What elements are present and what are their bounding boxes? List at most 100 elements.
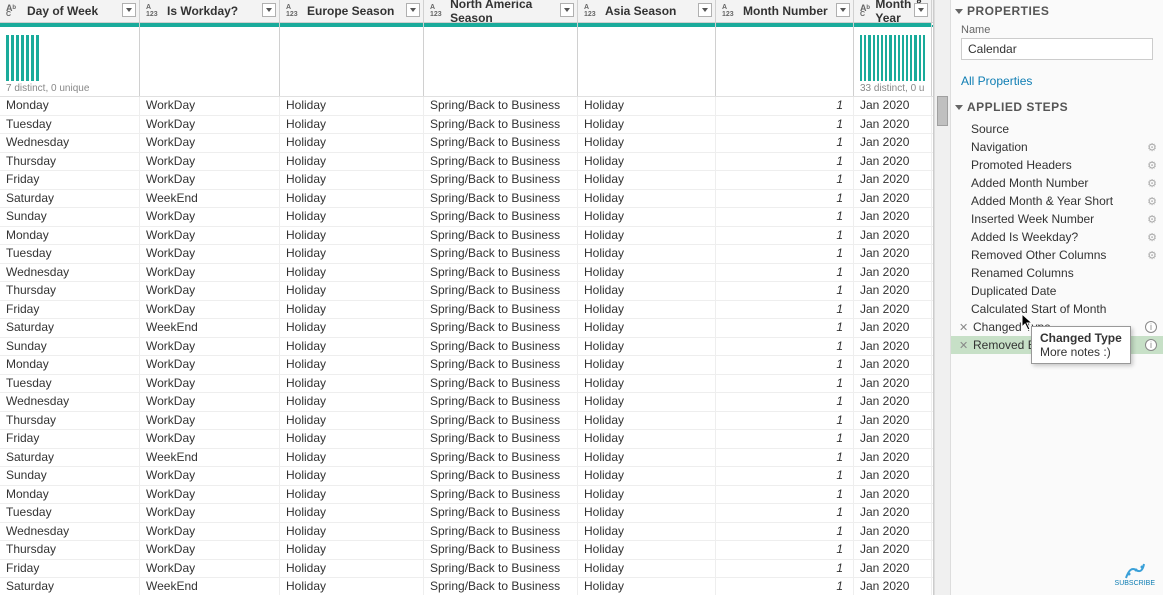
table-cell[interactable]: Holiday — [578, 541, 716, 559]
table-cell[interactable]: Holiday — [578, 282, 716, 300]
table-cell[interactable]: Jan 2020 — [854, 97, 932, 115]
table-cell[interactable]: Spring/Back to Business — [424, 541, 578, 559]
table-cell[interactable]: Sunday — [0, 208, 140, 226]
table-cell[interactable]: WorkDay — [140, 541, 280, 559]
table-cell[interactable]: Spring/Back to Business — [424, 245, 578, 263]
table-cell[interactable]: WorkDay — [140, 264, 280, 282]
column-filter-dropdown-icon[interactable] — [914, 3, 928, 17]
scrollbar-thumb[interactable] — [937, 96, 948, 126]
table-row[interactable]: MondayWorkDayHolidaySpring/Back to Busin… — [0, 486, 933, 505]
table-cell[interactable]: Holiday — [578, 356, 716, 374]
column-filter-dropdown-icon[interactable] — [836, 3, 850, 17]
table-row[interactable]: SaturdayWeekEndHolidaySpring/Back to Bus… — [0, 449, 933, 468]
table-cell[interactable]: Spring/Back to Business — [424, 171, 578, 189]
table-cell[interactable]: WorkDay — [140, 523, 280, 541]
table-cell[interactable]: Holiday — [578, 116, 716, 134]
table-cell[interactable]: Saturday — [0, 578, 140, 595]
applied-step-item[interactable]: Renamed Columns — [951, 264, 1163, 282]
column-header[interactable]: Asia Season — [578, 0, 716, 22]
applied-steps-header[interactable]: APPLIED STEPS — [951, 96, 1163, 118]
table-cell[interactable]: Holiday — [578, 190, 716, 208]
table-cell[interactable]: Tuesday — [0, 116, 140, 134]
table-row[interactable]: FridayWorkDayHolidaySpring/Back to Busin… — [0, 301, 933, 320]
table-cell[interactable]: Spring/Back to Business — [424, 227, 578, 245]
table-cell[interactable]: Jan 2020 — [854, 375, 932, 393]
table-cell[interactable]: Holiday — [280, 430, 424, 448]
table-row[interactable]: SaturdayWeekEnd HolidaySpring/Back to Bus… — [0, 190, 933, 209]
table-cell[interactable]: Friday — [0, 171, 140, 189]
table-cell[interactable]: Holiday — [280, 375, 424, 393]
table-cell[interactable]: Thursday — [0, 153, 140, 171]
table-cell[interactable]: Holiday — [280, 153, 424, 171]
table-cell[interactable]: Saturday — [0, 190, 140, 208]
table-cell[interactable]: Tuesday — [0, 245, 140, 263]
table-cell[interactable]: Holiday — [280, 541, 424, 559]
table-cell[interactable]: Holiday — [578, 338, 716, 356]
table-cell[interactable]: Holiday — [578, 560, 716, 578]
table-cell[interactable]: Thursday — [0, 412, 140, 430]
table-cell[interactable]: 1 — [716, 208, 854, 226]
table-cell[interactable]: 1 — [716, 560, 854, 578]
table-row[interactable]: FridayWorkDayHolidaySpring/Back to Busin… — [0, 171, 933, 190]
table-cell[interactable]: Holiday — [578, 504, 716, 522]
table-cell[interactable]: Jan 2020 — [854, 523, 932, 541]
delete-step-icon[interactable]: ✕ — [959, 321, 969, 334]
table-row[interactable]: SundayWorkDayHolidaySpring/Back to Busin… — [0, 467, 933, 486]
query-name-input[interactable] — [961, 38, 1153, 60]
table-cell[interactable]: Holiday — [280, 301, 424, 319]
table-cell[interactable]: 1 — [716, 338, 854, 356]
table-cell[interactable]: 1 — [716, 523, 854, 541]
table-cell[interactable]: WorkDay — [140, 356, 280, 374]
table-cell[interactable]: 1 — [716, 467, 854, 485]
column-filter-dropdown-icon[interactable] — [262, 3, 276, 17]
table-cell[interactable]: Spring/Back to Business — [424, 319, 578, 337]
table-cell[interactable]: Holiday — [578, 486, 716, 504]
table-row[interactable]: SaturdayWeekEndHolidaySpring/Back to Bus… — [0, 319, 933, 338]
table-cell[interactable]: WorkDay — [140, 134, 280, 152]
table-row[interactable]: ThursdayWorkDayHolidaySpring/Back to Bus… — [0, 541, 933, 560]
table-cell[interactable]: 1 — [716, 301, 854, 319]
table-row[interactable]: ThursdayWorkDayHolidaySpring/Back to Bus… — [0, 282, 933, 301]
table-cell[interactable]: Saturday — [0, 319, 140, 337]
table-cell[interactable]: Jan 2020 — [854, 560, 932, 578]
table-cell[interactable]: Thursday — [0, 282, 140, 300]
any-type-icon[interactable] — [722, 4, 738, 18]
applied-step-item[interactable]: Duplicated Date — [951, 282, 1163, 300]
table-cell[interactable]: Holiday — [578, 227, 716, 245]
table-cell[interactable]: Holiday — [578, 393, 716, 411]
table-cell[interactable]: Jan 2020 — [854, 245, 932, 263]
table-cell[interactable]: Spring/Back to Business — [424, 560, 578, 578]
table-cell[interactable]: Jan 2020 — [854, 190, 932, 208]
table-cell[interactable]: Holiday — [280, 338, 424, 356]
table-cell[interactable]: Holiday — [578, 449, 716, 467]
table-cell[interactable]: 1 — [716, 245, 854, 263]
table-cell[interactable]: Holiday — [280, 486, 424, 504]
table-row[interactable]: TuesdayWorkDayHolidaySpring/Back to Busi… — [0, 504, 933, 523]
table-cell[interactable]: Sunday — [0, 338, 140, 356]
table-row[interactable]: FridayWorkDayHolidaySpring/Back to Busin… — [0, 430, 933, 449]
table-cell[interactable]: 1 — [716, 153, 854, 171]
info-icon[interactable]: i — [1145, 321, 1157, 333]
all-properties-link[interactable]: All Properties — [951, 68, 1163, 96]
table-cell[interactable]: WorkDay — [140, 208, 280, 226]
column-filter-dropdown-icon[interactable] — [406, 3, 420, 17]
info-icon[interactable]: i — [1145, 339, 1157, 351]
table-row[interactable]: WednesdayWorkDayHolidaySpring/Back to Bu… — [0, 523, 933, 542]
any-type-icon[interactable] — [286, 4, 302, 18]
table-cell[interactable]: Holiday — [578, 578, 716, 595]
table-cell[interactable]: WeekEnd — [140, 578, 280, 595]
table-cell[interactable]: Jan 2020 — [854, 356, 932, 374]
table-cell[interactable]: Holiday — [280, 578, 424, 595]
table-cell[interactable]: WorkDay — [140, 375, 280, 393]
table-cell[interactable]: Spring/Back to Business — [424, 190, 578, 208]
column-header[interactable]: Month & Year — [854, 0, 932, 22]
table-cell[interactable]: Jan 2020 — [854, 338, 932, 356]
table-cell[interactable]: Jan 2020 — [854, 153, 932, 171]
table-cell[interactable]: WorkDay — [140, 504, 280, 522]
table-cell[interactable]: Wednesday — [0, 264, 140, 282]
table-row[interactable]: FridayWorkDayHolidaySpring/Back to Busin… — [0, 560, 933, 579]
table-cell[interactable]: WeekEnd — [140, 190, 280, 208]
table-cell[interactable]: Spring/Back to Business — [424, 208, 578, 226]
table-row[interactable]: SundayWorkDayHolidaySpring/Back to Busin… — [0, 208, 933, 227]
table-cell[interactable]: WorkDay — [140, 245, 280, 263]
